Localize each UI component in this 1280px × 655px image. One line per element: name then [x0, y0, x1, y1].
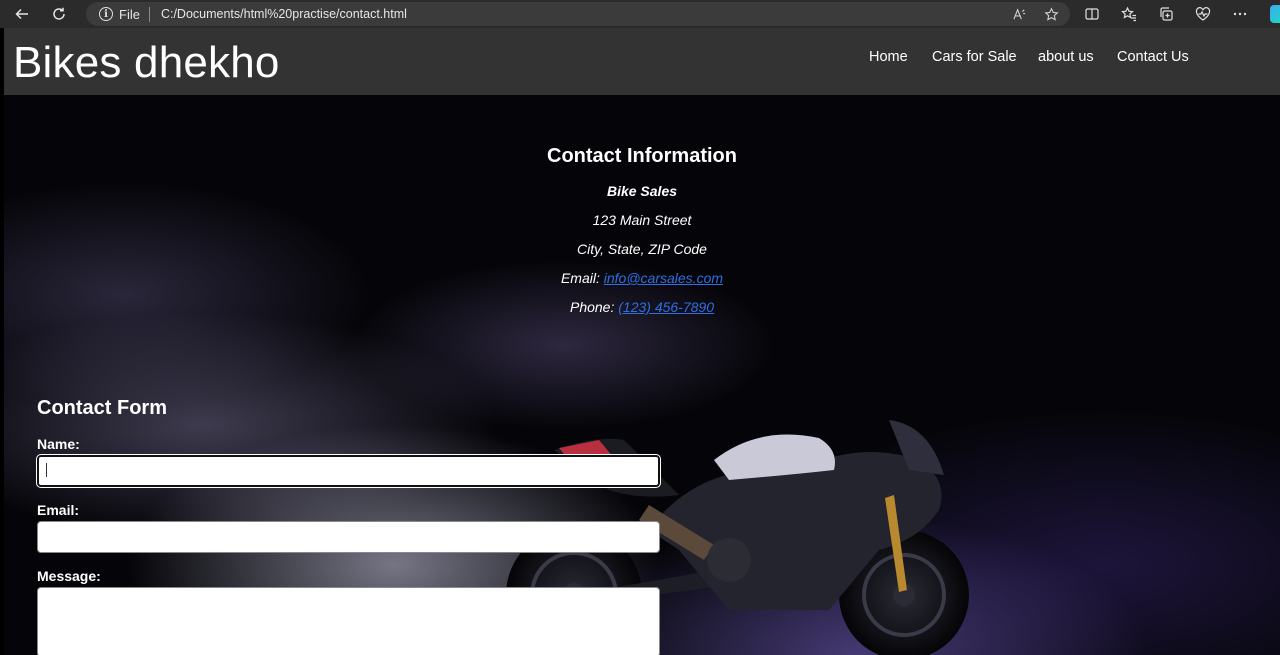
street-address: 123 Main Street	[592, 212, 692, 228]
message-textarea[interactable]	[37, 587, 660, 655]
address-bar[interactable]: i File C:/Documents/html%20practise/cont…	[86, 2, 1070, 26]
address-separator	[148, 6, 150, 22]
nav-link-home[interactable]: Home	[869, 49, 908, 65]
email-label: Email:	[560, 270, 600, 286]
email-field-label: Email:	[37, 502, 80, 518]
reload-icon[interactable]	[45, 0, 73, 28]
email-input[interactable]	[37, 521, 660, 553]
city-state-zip: City, State, ZIP Code	[577, 241, 707, 257]
company-name: Bike Sales	[606, 183, 678, 199]
text-caret	[46, 463, 47, 477]
site-header: Bikes dhekho Home Cars for Sale about us…	[4, 28, 1280, 95]
favorites-icon[interactable]	[1120, 5, 1138, 23]
browser-toolbar: i File C:/Documents/html%20practise/cont…	[0, 0, 1280, 28]
phone-line: Phone: (123) 456-7890	[4, 299, 1280, 328]
contact-information-section: Contact Information Bike Sales 123 Main …	[4, 145, 1280, 328]
contact-info-heading: Contact Information	[547, 145, 737, 167]
collections-icon[interactable]	[1157, 5, 1175, 23]
nav-link-cars-for-sale[interactable]: Cars for Sale	[932, 49, 1017, 65]
back-arrow-icon[interactable]	[8, 0, 36, 28]
email-line: Email: info@carsales.com	[4, 270, 1280, 299]
hero-background: Contact Information Bike Sales 123 Main …	[4, 95, 1280, 655]
email-link[interactable]: info@carsales.com	[604, 270, 723, 286]
info-icon[interactable]: i	[99, 7, 113, 21]
file-label: File	[119, 6, 140, 22]
split-screen-icon[interactable]	[1083, 5, 1101, 23]
browser-essentials-icon[interactable]	[1194, 5, 1212, 23]
phone-link[interactable]: (123) 456-7890	[618, 299, 714, 315]
url-text[interactable]: C:/Documents/html%20practise/contact.htm…	[161, 7, 407, 21]
contact-form-heading: Contact Form	[37, 397, 167, 419]
nav-link-about-us[interactable]: about us	[1038, 49, 1094, 65]
more-options-icon[interactable]	[1231, 5, 1249, 23]
nav-link-contact-us[interactable]: Contact Us	[1117, 49, 1189, 65]
copilot-icon[interactable]	[1270, 5, 1280, 23]
main-nav: Home Cars for Sale about us Contact Us	[4, 28, 1280, 95]
message-label: Message:	[37, 568, 101, 584]
contact-form: Contact Form Name: Email: Message:	[36, 397, 661, 655]
phone-label: Phone:	[569, 299, 615, 315]
name-input[interactable]	[36, 454, 661, 488]
favorite-star-icon[interactable]	[1042, 5, 1060, 23]
name-label: Name:	[37, 436, 80, 452]
read-aloud-icon[interactable]	[1010, 5, 1028, 23]
